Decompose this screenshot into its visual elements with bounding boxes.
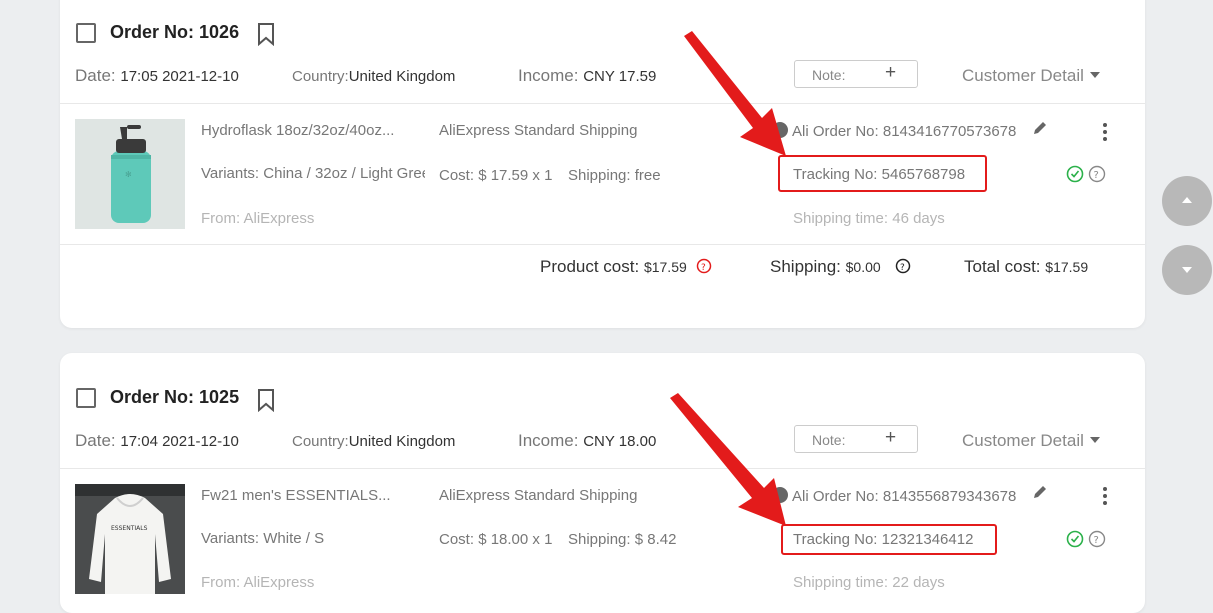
question-circle-icon: ? [1088,165,1106,183]
shipping-time: Shipping time: 46 days [793,210,945,227]
scroll-up-icon [1182,197,1192,203]
order-card: Order No: 1025 Date: 17:04 2021-12-10 Co… [60,353,1145,613]
customer-detail-label: Customer Detail [962,66,1084,85]
more-vertical-icon[interactable] [1099,121,1111,143]
tracking-status-icons: ? [1066,165,1106,183]
product-cost: Cost: $ 18.00 x 1 [439,531,553,548]
note-label: Note: [812,67,846,83]
product-shipping: Shipping: $ 8.42 [568,531,677,548]
svg-text:?: ? [701,263,706,273]
info-icon [772,487,788,503]
shipping-method: AliExpress Standard Shipping [439,122,638,139]
plus-icon: + [885,62,897,83]
svg-text:?: ? [1094,170,1099,181]
divider [60,468,1145,469]
hoodie-image: ESSENTIALS [75,484,185,594]
scroll-up-button[interactable] [1162,176,1212,226]
customer-detail-dropdown[interactable]: Customer Detail [962,66,1100,86]
plus-icon: + [885,427,897,448]
tracking-status-icons: ? [1066,530,1106,548]
bookmark-icon[interactable] [256,388,276,412]
question-circle-icon[interactable]: ? [696,258,712,274]
product-source: From: AliExpress [201,574,315,591]
more-vertical-icon[interactable] [1099,485,1111,507]
check-circle-icon [1066,530,1084,548]
order-title: Order No: 1025 [110,387,239,408]
product-name-link[interactable]: Hydroflask 18oz/32oz/40oz... [201,122,416,139]
question-circle-icon: ? [1088,530,1106,548]
order-income: Income: CNY 17.59 [518,66,657,85]
order-date: Date: 17:05 2021-12-10 [75,66,239,85]
product-name-link[interactable]: Fw21 men's ESSENTIALS... [201,487,416,504]
scroll-down-icon [1182,267,1192,273]
order-label: Order No: [110,22,195,42]
svg-text:?: ? [900,263,905,273]
divider [60,244,1145,245]
caret-down-icon [1089,72,1100,78]
order-select-checkbox[interactable] [76,23,96,43]
add-note-button[interactable]: Note: + [794,425,918,453]
customer-detail-label: Customer Detail [962,431,1084,450]
tracking-highlight-box [778,155,987,192]
shipping-total: Shipping: $0.00 ? [770,257,911,277]
scroll-down-button[interactable] [1162,245,1212,295]
order-number: 1026 [199,22,240,42]
ali-order-number: Ali Order No: 8143556879343678 [772,487,1016,505]
order-title: Order No: 1026 [110,22,239,43]
order-select-checkbox[interactable] [76,388,96,408]
customer-detail-dropdown[interactable]: Customer Detail [962,431,1100,451]
product-source: From: AliExpress [201,210,315,227]
product-variants: Variants: China / 32oz / Light Green [201,165,425,182]
order-number: 1025 [199,387,240,407]
product-variants: Variants: White / S [201,530,325,547]
product-thumbnail[interactable]: ESSENTIALS [75,484,185,594]
question-circle-icon[interactable]: ? [895,258,911,274]
order-label: Order No: [110,387,195,407]
caret-down-icon [1089,437,1100,443]
order-income: Income: CNY 18.00 [518,431,657,450]
add-note-button[interactable]: Note: + [794,60,918,88]
check-circle-icon [1066,165,1084,183]
product-cost-total: Product cost: $17.59 ? [540,257,712,277]
svg-text:✻: ✻ [125,170,132,179]
info-icon [772,122,788,138]
pencil-icon[interactable] [1032,484,1048,500]
svg-text:ESSENTIALS: ESSENTIALS [111,525,148,532]
shipping-method: AliExpress Standard Shipping [439,487,638,504]
total-cost: Total cost: $17.59 [964,257,1089,276]
order-country: Country:United Kingdom [292,68,456,85]
bookmark-icon[interactable] [256,22,276,46]
note-label: Note: [812,432,846,448]
ali-order-number: Ali Order No: 8143416770573678 [772,122,1016,140]
product-thumbnail[interactable]: ✻ [75,119,185,229]
svg-text:?: ? [1094,535,1099,546]
bottle-image: ✻ [75,119,185,229]
order-date: Date: 17:04 2021-12-10 [75,431,239,450]
divider [60,103,1145,104]
pencil-icon[interactable] [1032,120,1048,136]
product-cost: Cost: $ 17.59 x 1 [439,167,553,184]
shipping-time: Shipping time: 22 days [793,574,945,591]
product-shipping: Shipping: free [568,167,661,184]
order-country: Country:United Kingdom [292,433,456,450]
tracking-highlight-box [781,524,997,555]
